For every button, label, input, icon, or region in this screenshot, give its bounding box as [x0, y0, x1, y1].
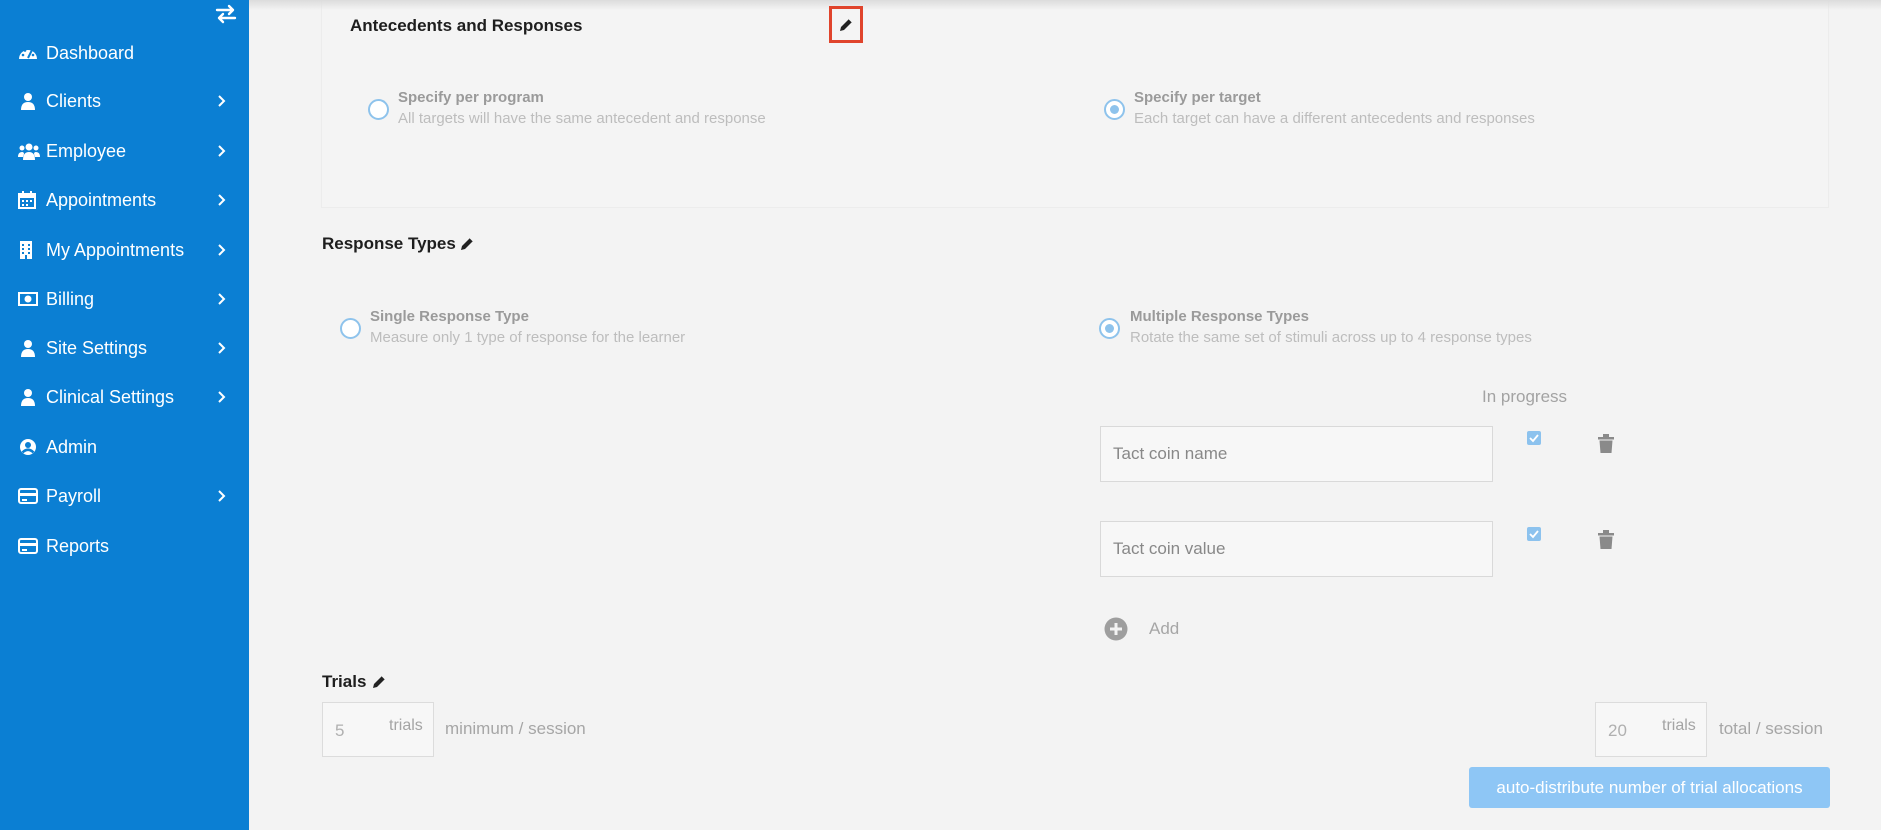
min-trials-value: 5 [335, 721, 345, 740]
response-type-field[interactable] [1101, 427, 1492, 481]
trash-icon[interactable] [1598, 434, 1614, 454]
edit-highlight-box [829, 6, 863, 43]
option-description: Each target can have a different anteced… [1134, 110, 1535, 127]
sidebar-item-label: My Appointments [46, 240, 185, 260]
building-icon [18, 241, 38, 259]
credit-card-icon [18, 487, 38, 505]
sidebar-item-payroll[interactable]: Payroll [0, 476, 249, 516]
add-response-type-button[interactable]: Add [1149, 619, 1179, 639]
users-icon [18, 142, 40, 160]
user-icon [18, 339, 38, 357]
radio-specify-per-program[interactable] [368, 99, 389, 120]
total-trials-value: 20 [1608, 721, 1627, 740]
pencil-icon[interactable] [371, 674, 387, 690]
option-description: Rotate the same set of stimuli across up… [1130, 329, 1532, 346]
trials-title: Trials [322, 672, 367, 691]
sidebar-item-my-appointments[interactable]: My Appointments [0, 230, 249, 270]
sidebar-item-label: Site Settings [46, 338, 148, 358]
in-progress-checkbox[interactable] [1527, 431, 1541, 445]
chevron-right-icon [217, 193, 227, 206]
total-trials-label: total / session [1719, 719, 1823, 738]
user-circle-icon [18, 438, 38, 456]
radio-specify-per-target[interactable] [1104, 99, 1125, 120]
option-title: Single Response Type [370, 308, 529, 325]
min-trials-label: minimum / session [445, 719, 586, 738]
calendar-icon [18, 191, 38, 209]
user-icon [18, 388, 38, 406]
sidebar-item-reports[interactable]: Reports [0, 526, 249, 566]
sidebar-item-label: Admin [46, 437, 98, 457]
chevron-right-icon [217, 341, 227, 354]
sidebar-item-clinical-settings[interactable]: Clinical Settings [0, 377, 249, 417]
sidebar-item-label: Clinical Settings [46, 387, 175, 407]
response-types-title: Response Types [322, 234, 456, 253]
sidebar: Dashboard Clients Employee Appointments … [0, 0, 249, 830]
sidebar-item-label: Payroll [46, 486, 102, 506]
min-trials-input[interactable]: 5 trials [322, 702, 434, 757]
sidebar-item-dashboard[interactable]: Dashboard [0, 33, 249, 73]
total-trials-input[interactable]: 20 trials [1595, 702, 1707, 757]
total-trials-unit: trials [1662, 717, 1696, 734]
option-description: Measure only 1 type of response for the … [370, 329, 686, 346]
plus-circle-icon[interactable] [1104, 617, 1128, 641]
option-title: Multiple Response Types [1130, 308, 1309, 325]
sidebar-item-admin[interactable]: Admin [0, 427, 249, 467]
sidebar-item-appointments[interactable]: Appointments [0, 180, 249, 220]
sidebar-item-label: Dashboard [46, 43, 135, 63]
sidebar-item-label: Billing [46, 289, 95, 309]
chevron-right-icon [217, 292, 227, 305]
chevron-right-icon [217, 243, 227, 256]
radio-single-response-type[interactable] [340, 318, 361, 339]
sidebar-item-site-settings[interactable]: Site Settings [0, 328, 249, 368]
chevron-right-icon [217, 489, 227, 502]
response-type-field[interactable] [1101, 522, 1492, 576]
sidebar-item-label: Appointments [46, 190, 157, 210]
chevron-right-icon [217, 390, 227, 403]
in-progress-checkbox[interactable] [1527, 527, 1541, 541]
sidebar-item-label: Reports [46, 536, 110, 556]
chevron-right-icon [217, 144, 227, 157]
sidebar-toggle-icon[interactable] [214, 4, 238, 24]
sidebar-item-label: Clients [46, 91, 102, 111]
antecedents-title: Antecedents and Responses [350, 16, 583, 35]
option-title: Specify per target [1134, 89, 1261, 106]
money-icon [18, 290, 38, 308]
sidebar-item-employee[interactable]: Employee [0, 131, 249, 171]
response-type-input[interactable] [1100, 521, 1493, 577]
pencil-icon[interactable] [459, 236, 475, 252]
sidebar-item-label: Employee [46, 141, 127, 161]
min-trials-unit: trials [389, 717, 423, 734]
trash-icon[interactable] [1598, 530, 1614, 550]
in-progress-header: In progress [1482, 387, 1568, 406]
dashboard-icon [18, 44, 38, 62]
sidebar-item-billing[interactable]: Billing [0, 279, 249, 319]
response-type-input[interactable] [1100, 426, 1493, 482]
credit-card-icon [18, 537, 38, 555]
sidebar-item-clients[interactable]: Clients [0, 81, 249, 121]
auto-distribute-button[interactable]: auto-distribute number of trial allocati… [1469, 767, 1830, 808]
radio-multiple-response-types[interactable] [1099, 318, 1120, 339]
option-title: Specify per program [398, 89, 544, 106]
user-icon [18, 92, 38, 110]
option-description: All targets will have the same anteceden… [398, 110, 766, 127]
chevron-right-icon [217, 94, 227, 107]
top-shadow [249, 0, 1881, 10]
